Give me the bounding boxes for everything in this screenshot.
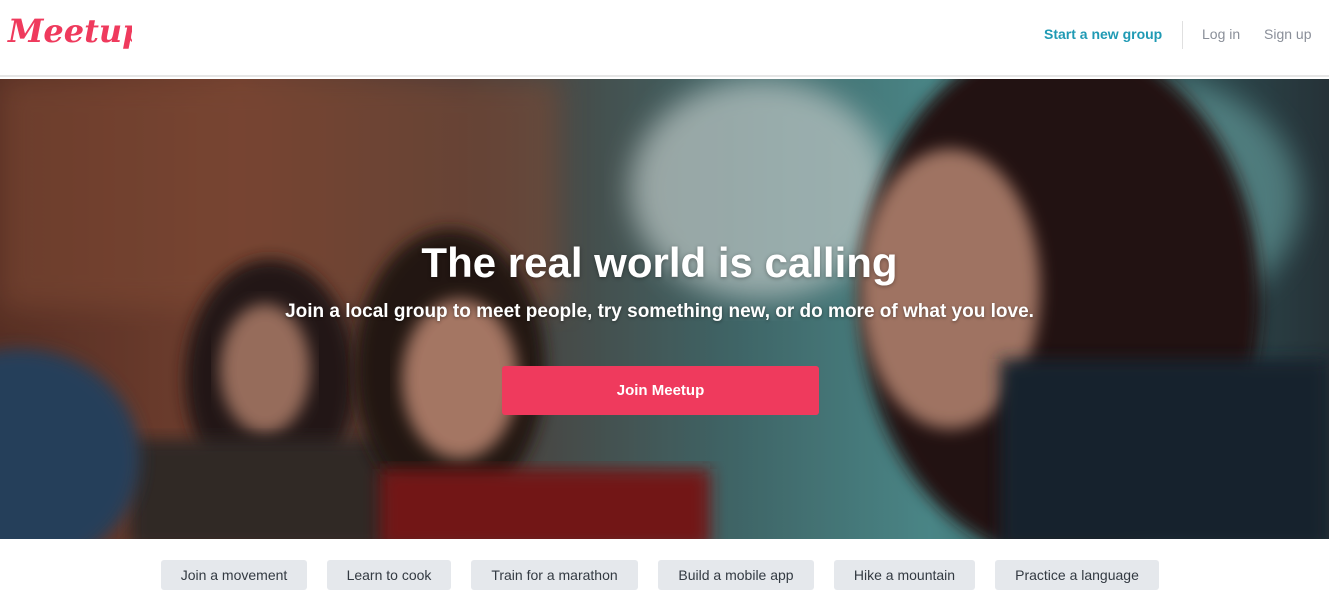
topic-chip[interactable]: Practice a language: [995, 560, 1159, 590]
hero-subtitle: Join a local group to meet people, try s…: [285, 301, 1034, 322]
sign-up-link[interactable]: Sign up: [1264, 26, 1311, 42]
log-in-link[interactable]: Log in: [1202, 26, 1240, 42]
topic-chips: Join a movement Learn to cook Train for …: [0, 560, 1329, 590]
topic-chip[interactable]: Learn to cook: [327, 560, 451, 590]
topic-chip[interactable]: Train for a marathon: [471, 560, 638, 590]
hero-banner: The real world is calling Join a local g…: [0, 79, 1329, 539]
site-header: Meetup Start a new group Log in Sign up: [0, 0, 1329, 77]
topic-chip[interactable]: Hike a mountain: [834, 560, 975, 590]
logo-text: Meetup: [7, 12, 132, 50]
start-new-group-link[interactable]: Start a new group: [1044, 26, 1162, 42]
topic-chip[interactable]: Build a mobile app: [658, 560, 814, 590]
meetup-logo[interactable]: Meetup: [6, 8, 132, 58]
join-meetup-button[interactable]: Join Meetup: [502, 366, 819, 415]
hero-title: The real world is calling: [421, 239, 898, 286]
nav-divider: [1182, 21, 1183, 49]
topic-chip[interactable]: Join a movement: [161, 560, 307, 590]
